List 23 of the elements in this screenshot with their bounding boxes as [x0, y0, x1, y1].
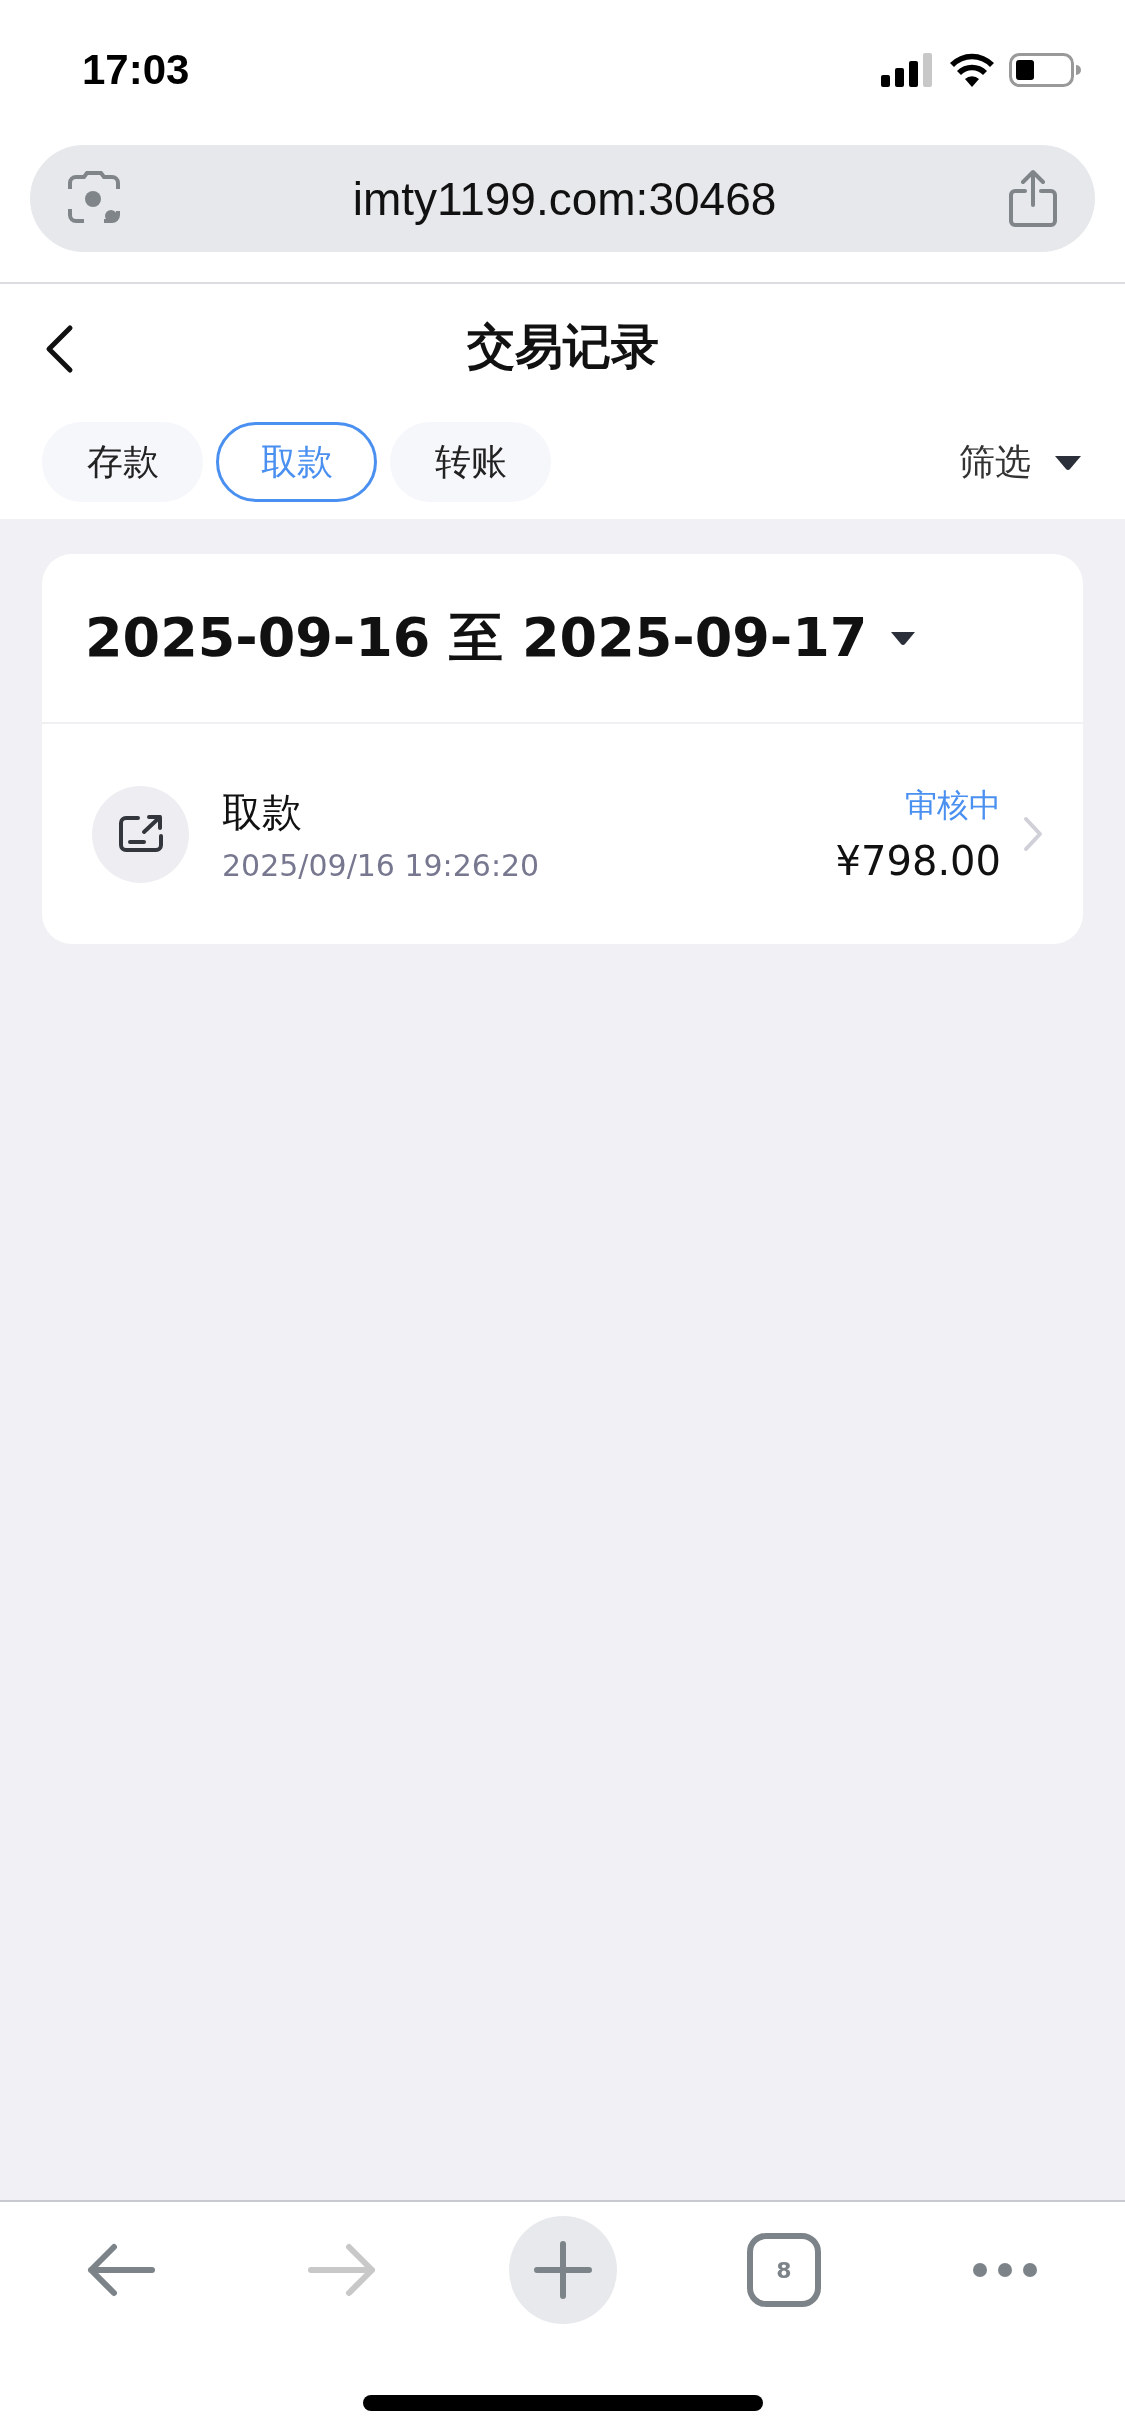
signal-icon [881, 53, 935, 87]
caret-icon [1053, 453, 1083, 471]
status-time: 17:03 [82, 46, 190, 94]
tabs-button[interactable]: 8 [746, 2233, 821, 2307]
filter-tab[interactable]: 存款 [42, 422, 203, 502]
caret-icon[interactable] [889, 629, 918, 647]
url-text: imty1199.com:30468 [352, 171, 777, 226]
record-time: 2025/09/16 19:26:20 [222, 848, 540, 883]
more-icon[interactable] [971, 2262, 1038, 2278]
back-icon[interactable] [44, 324, 74, 374]
address-bar[interactable]: imty1199.com:30468 [30, 145, 1095, 252]
filter-tab[interactable]: 转账 [390, 422, 551, 502]
wifi-icon [949, 53, 995, 87]
left-arrow-icon[interactable] [85, 2242, 156, 2298]
record-amount: ¥798.00 [835, 838, 1001, 884]
share-icon[interactable] [1007, 168, 1059, 229]
record-title: 取款 [222, 788, 303, 837]
page-title: 交易记录 [466, 317, 659, 376]
battery-icon [1009, 53, 1081, 87]
date-range-text[interactable]: 2025-09-16 至 2025-09-17 [85, 601, 868, 675]
plus-icon[interactable] [508, 2216, 617, 2324]
record-status: 审核中 [905, 785, 1001, 826]
filter-dropdown[interactable]: 筛选 [959, 437, 1083, 487]
